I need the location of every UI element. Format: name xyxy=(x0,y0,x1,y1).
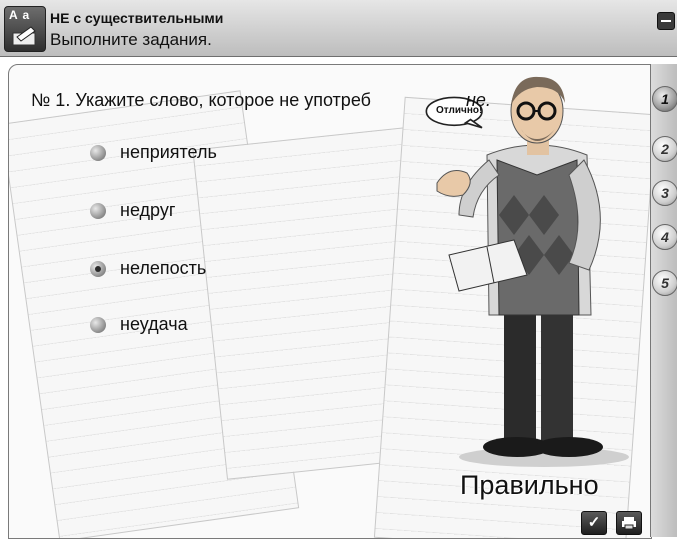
answer-option-3[interactable]: нелепость xyxy=(90,258,206,279)
task-number-button[interactable]: 4 xyxy=(652,224,677,250)
question-text: № 1. Укажите слово, которое не употреб не… xyxy=(31,90,491,111)
option-label: недруг xyxy=(120,200,176,220)
radio-button[interactable] xyxy=(90,144,106,161)
question-prefix: № 1. Укажите слово, которое не употреб xyxy=(31,90,371,110)
task-panel: Отлично! xyxy=(8,64,652,539)
printer-icon xyxy=(622,517,636,530)
option-label: неприятель xyxy=(120,142,217,162)
answer-option-2[interactable]: недруг xyxy=(90,200,175,221)
task-number-button[interactable]: 5 xyxy=(652,270,677,296)
radio-button[interactable] xyxy=(90,316,106,333)
radio-button-selected[interactable] xyxy=(90,260,106,277)
task-number-button[interactable]: 2 xyxy=(652,136,677,162)
module-subtitle: Выполните задания. xyxy=(50,30,212,49)
option-label: неудача xyxy=(120,314,188,334)
task-number-button[interactable]: 1 xyxy=(652,86,677,112)
answer-option-1[interactable]: неприятель xyxy=(90,142,217,163)
module-title: НЕ с существительными xyxy=(50,10,224,26)
logo-text: A a xyxy=(9,8,31,22)
print-button[interactable] xyxy=(616,511,642,535)
check-icon: ✓ xyxy=(587,514,601,531)
header-bar: A a НЕ с существительными Выполните зада… xyxy=(0,0,677,57)
task-navigation-rail: 1 2 3 4 5 xyxy=(650,64,677,537)
answer-option-4[interactable]: неудача xyxy=(90,314,188,335)
question-suffix: не. xyxy=(465,90,491,110)
radio-button[interactable] xyxy=(90,202,106,219)
task-number-button[interactable]: 3 xyxy=(652,180,677,206)
app-logo: A a xyxy=(4,6,46,52)
check-button[interactable]: ✓ xyxy=(581,511,607,535)
pencil-icon xyxy=(12,26,36,46)
minimize-button[interactable] xyxy=(657,12,675,30)
option-label: нелепость xyxy=(120,258,207,278)
teacher-illustration xyxy=(436,76,629,467)
result-label: Правильно xyxy=(460,470,599,500)
